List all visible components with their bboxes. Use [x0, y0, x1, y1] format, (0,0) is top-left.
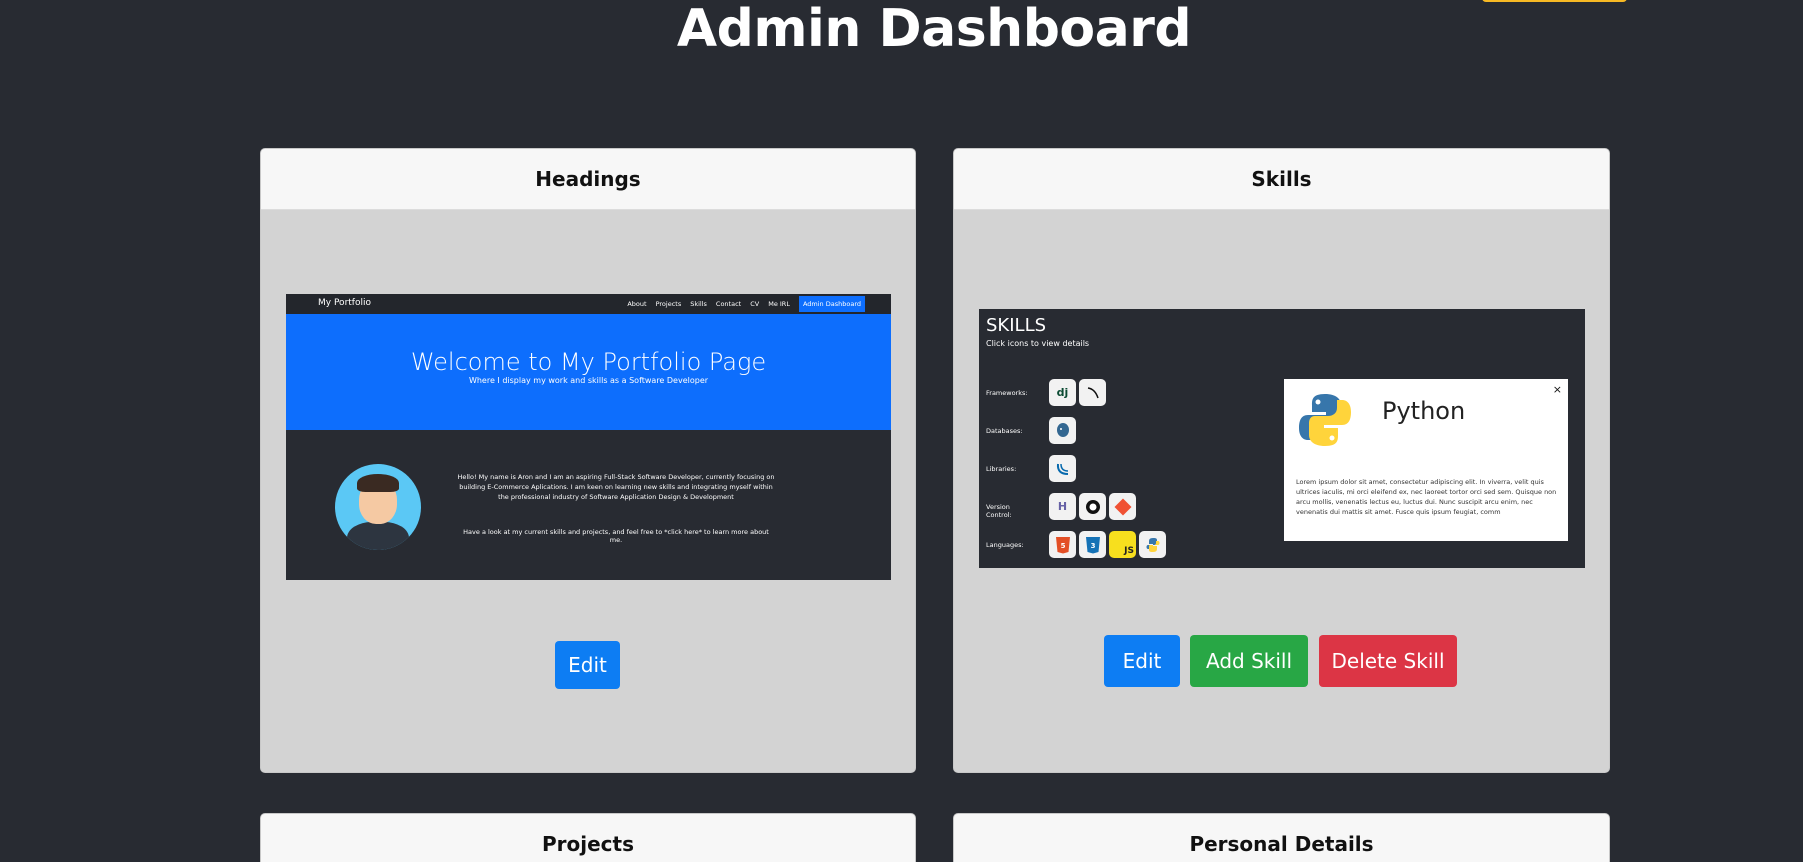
preview-library-icons — [1049, 455, 1076, 482]
jquery-icon — [1049, 455, 1076, 482]
preview-nav-links: About Projects Skills Contact CV Me IRL … — [627, 294, 865, 314]
headings-preview-image: My Portfolio About Projects Skills Conta… — [286, 294, 891, 580]
heroku-icon: H — [1049, 493, 1076, 520]
preview-look-text: Have a look at my current skills and pro… — [463, 528, 769, 544]
preview-hero-title: Welcome to My Portfolio Page — [410, 348, 767, 376]
css3-icon: 3 — [1079, 531, 1106, 558]
skills-card-title: Skills — [954, 149, 1609, 210]
avatar-body — [347, 522, 409, 550]
javascript-icon: JS — [1109, 531, 1136, 558]
preview-brand: My Portfolio — [318, 298, 371, 308]
svg-text:5: 5 — [1060, 542, 1065, 550]
skills-preview-image: SKILLS Click icons to view details Frame… — [979, 309, 1585, 568]
close-icon: × — [1552, 383, 1562, 396]
headings-edit-button[interactable]: Edit — [555, 641, 620, 689]
avatar-hair — [357, 474, 399, 492]
preview-nav-me-irl: Me IRL — [768, 300, 790, 308]
skill-modal-description: Lorem ipsum dolor sit amet, consectetur … — [1296, 478, 1557, 516]
python-icon — [1299, 394, 1351, 446]
preview-row-label: Version Control: — [986, 503, 1012, 519]
flask-icon — [1079, 379, 1106, 406]
add-skill-button[interactable]: Add Skill — [1190, 635, 1308, 687]
page-title: Admin Dashboard — [676, 0, 1192, 59]
skills-edit-button[interactable]: Edit — [1104, 635, 1180, 687]
preview-language-icons: 5 3 JS — [1049, 531, 1166, 558]
preview-skills-title: SKILLS — [986, 315, 1047, 336]
preview-version-control-icons: H — [1049, 493, 1136, 520]
svg-text:3: 3 — [1090, 542, 1095, 550]
personal-details-card: Personal Details — [953, 813, 1610, 862]
skills-card: Skills SKILLS Click icons to view detail… — [953, 148, 1610, 773]
projects-card-title: Projects — [261, 814, 915, 862]
headings-card-title: Headings — [261, 149, 915, 210]
preview-nav-skills: Skills — [690, 300, 707, 308]
preview-hero-subtitle: Where I display my work and skills as a … — [468, 376, 709, 385]
postgres-icon — [1049, 417, 1076, 444]
preview-about-text: Hello! My name is Aron and I am an aspir… — [457, 473, 775, 501]
projects-card: Projects — [260, 813, 916, 862]
preview-row-label: Frameworks: — [986, 389, 1028, 397]
preview-nav-contact: Contact — [715, 300, 742, 308]
delete-skill-button[interactable]: Delete Skill — [1319, 635, 1457, 687]
preview-database-icons — [1049, 417, 1076, 444]
preview-skills-subtitle: Click icons to view details — [986, 339, 1090, 348]
preview-row-label: Languages: — [986, 541, 1024, 549]
preview-framework-icons: dj — [1049, 379, 1106, 406]
preview-nav-admin: Admin Dashboard — [798, 296, 865, 312]
preview-row-label: Libraries: — [986, 465, 1017, 473]
github-icon — [1079, 493, 1106, 520]
personal-details-card-title: Personal Details — [954, 814, 1609, 862]
preview-row-label: Databases: — [986, 427, 1023, 435]
skill-modal-title: Python — [1382, 397, 1466, 425]
skill-detail-modal: × Python Lorem ipsum dolor sit amet, con… — [1284, 379, 1568, 541]
preview-nav-about: About — [627, 300, 647, 308]
django-icon: dj — [1049, 379, 1076, 406]
avatar — [335, 464, 421, 550]
headings-card: Headings My Portfolio About Projects Ski… — [260, 148, 916, 773]
preview-navbar: My Portfolio About Projects Skills Conta… — [286, 294, 891, 314]
python-small-icon — [1139, 531, 1166, 558]
preview-nav-projects: Projects — [655, 300, 682, 308]
html5-icon: 5 — [1049, 531, 1076, 558]
preview-hero: Welcome to My Portfolio Page Where I dis… — [286, 314, 891, 430]
preview-nav-cv: CV — [750, 300, 760, 308]
git-icon — [1109, 493, 1136, 520]
